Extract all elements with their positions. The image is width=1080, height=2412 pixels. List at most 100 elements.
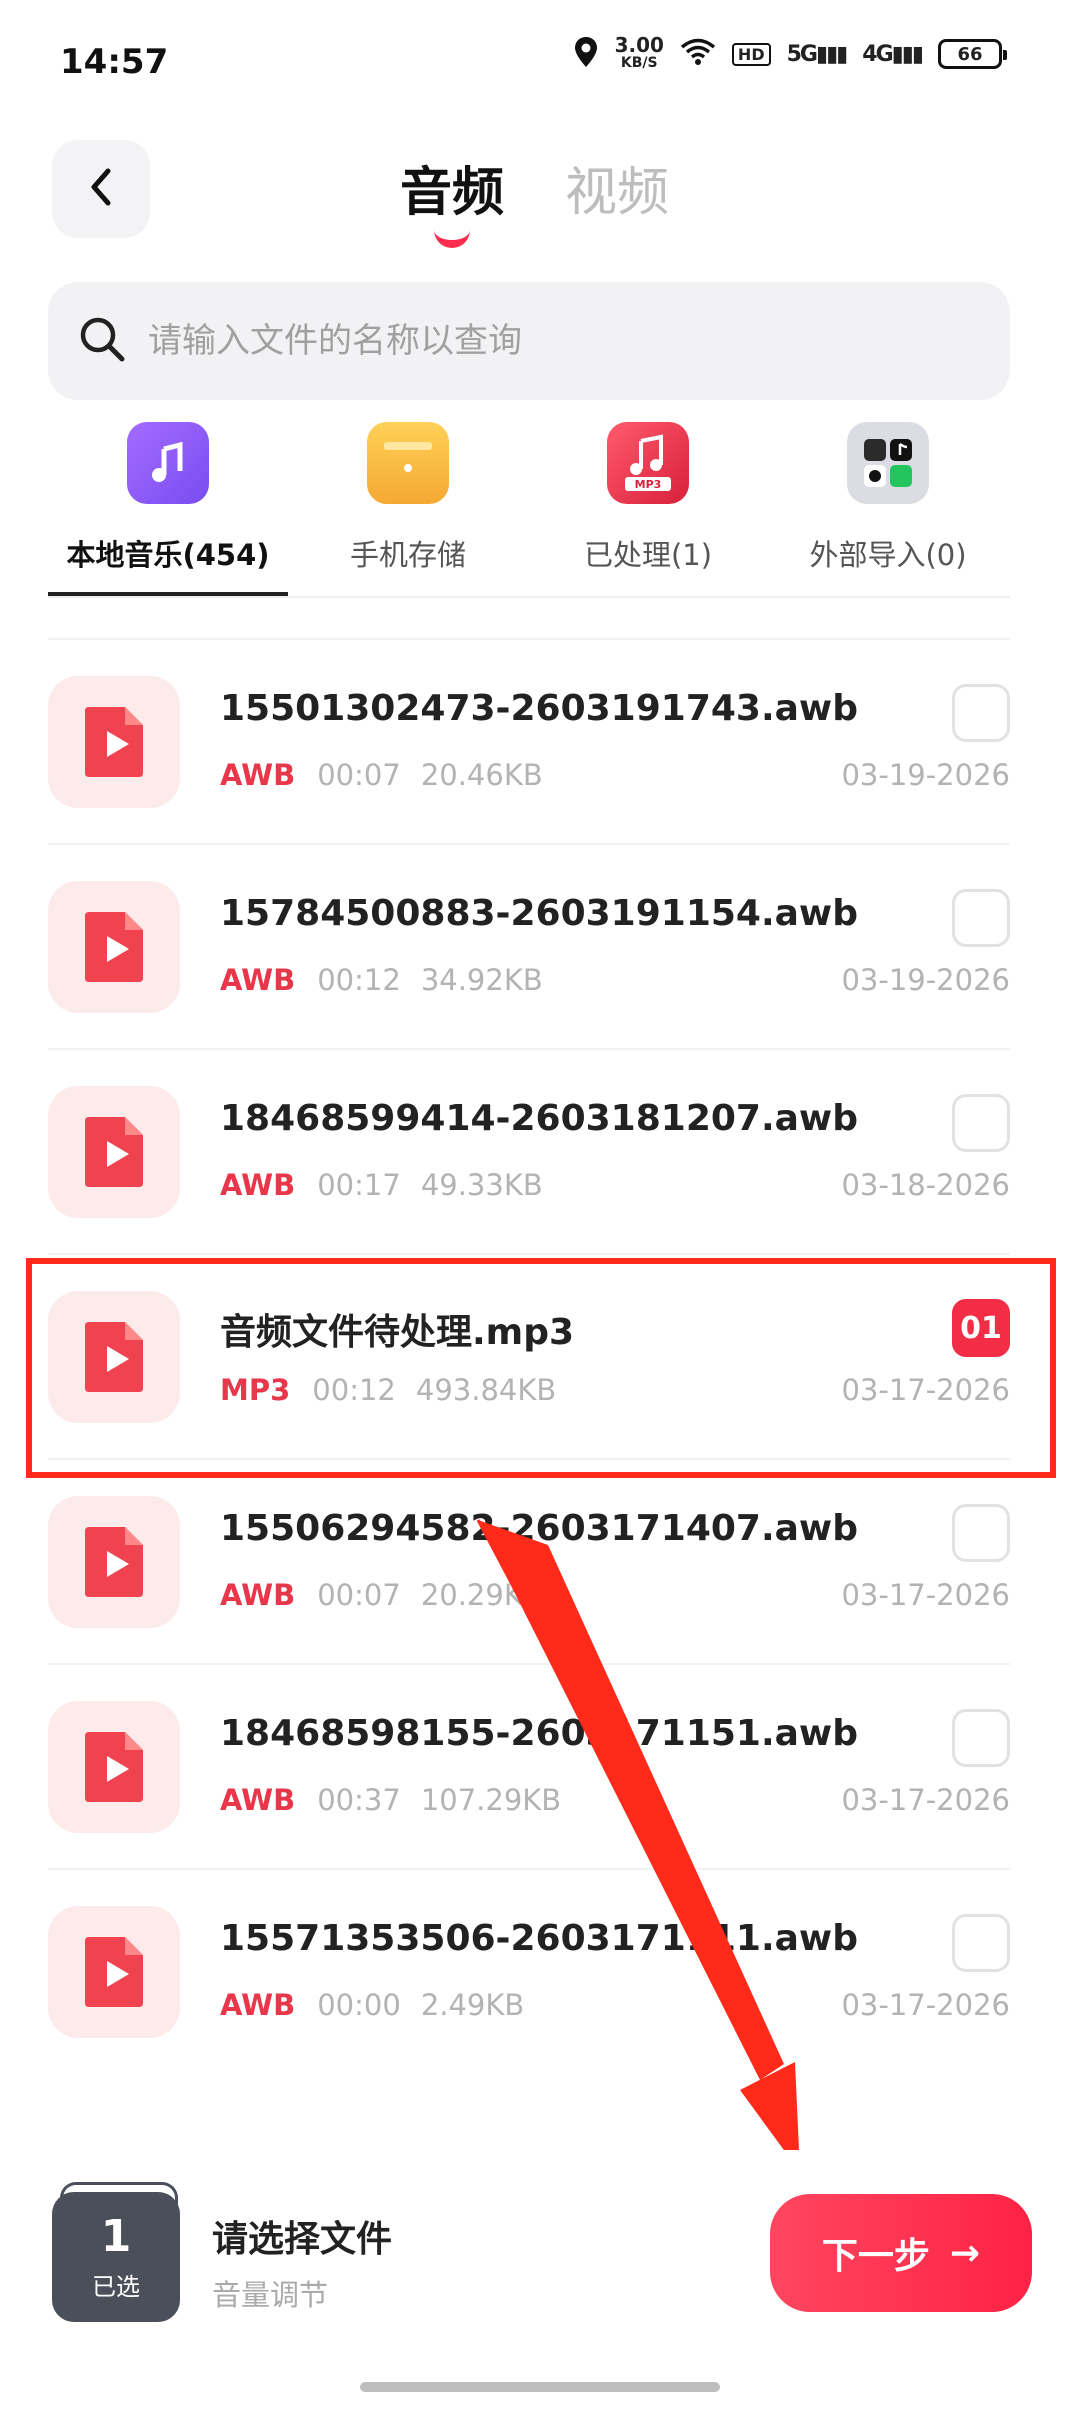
file-type: AWB <box>220 1783 296 1817</box>
file-name: 15501302473-2603191743.awb <box>220 688 858 729</box>
row-separator <box>48 1253 1010 1255</box>
category-local-music[interactable]: 本地音乐(454) <box>48 420 288 600</box>
signal-5g-icon: 5G▮▮▮ <box>786 41 849 67</box>
file-checkbox[interactable] <box>952 889 1010 947</box>
file-size: 49.33KB <box>420 1168 543 1202</box>
audio-file-icon <box>48 1701 180 1833</box>
file-type: AWB <box>220 963 296 997</box>
file-name: 18468598155-2603171151.awb <box>220 1713 858 1754</box>
file-size: 2.49KB <box>420 1988 525 2022</box>
row-separator <box>48 1048 1010 1050</box>
file-date: 03-19-2026 <box>841 963 1010 997</box>
file-meta: AWB 00:17 49.33KB <box>220 1168 543 1202</box>
category-processed[interactable]: MP3 已处理(1) <box>528 420 768 600</box>
category-phone-storage[interactable]: 手机存储 <box>288 420 528 600</box>
row-separator <box>48 638 1010 640</box>
file-row[interactable]: 15571353506-2603171111.awb AWB 00:00 2.49K… <box>48 1868 1010 2075</box>
signal-4g-icon: 4G▮▮▮ <box>862 41 924 67</box>
file-meta: AWB 00:07 20.46KB <box>220 758 543 792</box>
status-bar: 14:57 3.00 KB/S HD 5G▮▮▮ 4G▮▮▮ 66 <box>0 0 1080 120</box>
file-meta: AWB 00:00 2.49KB <box>220 1988 524 2022</box>
status-time: 14:57 <box>60 42 169 82</box>
file-name: 15571353506-2603171111.awb <box>220 1918 858 1959</box>
hint-subtitle: 音量调节 <box>212 2278 329 2312</box>
svg-text:MP3: MP3 <box>635 478 662 491</box>
file-row[interactable]: 18468598155-2603171151.awb AWB 00:37 107.2… <box>48 1663 1010 1870</box>
file-checkbox[interactable] <box>952 1709 1010 1767</box>
mp3-processed-icon: MP3 <box>607 422 689 504</box>
category-external-import[interactable]: 外部导入(0) <box>768 420 1008 600</box>
network-speed-value: 3.00 <box>614 33 664 57</box>
media-type-tabs: 音频 视频 <box>0 150 1080 260</box>
row-separator <box>48 1663 1010 1665</box>
file-checkbox[interactable] <box>952 1504 1010 1562</box>
next-step-button[interactable]: 下一步 → <box>770 2194 1032 2312</box>
file-name: 18468599414-2603181207.awb <box>220 1098 858 1139</box>
hd-badge: HD <box>731 42 771 66</box>
file-type: AWB <box>220 1988 296 2022</box>
audio-file-icon <box>48 676 180 808</box>
category-divider <box>48 596 1010 598</box>
file-duration: 00:37 <box>317 1783 401 1817</box>
active-tab-indicator <box>434 230 470 248</box>
file-checkbox[interactable] <box>952 1914 1010 1972</box>
file-checkbox[interactable] <box>952 684 1010 742</box>
arrow-right-icon: → <box>949 2232 981 2274</box>
file-checkbox[interactable] <box>952 1094 1010 1152</box>
row-separator <box>48 843 1010 845</box>
signal-4g-label: 4G <box>862 41 893 67</box>
search-input[interactable] <box>148 321 968 361</box>
audio-file-icon <box>48 1496 180 1628</box>
apps-grid-icon <box>847 422 929 504</box>
audio-file-icon <box>48 1906 180 2038</box>
selected-count-box[interactable]: 1 已选 <box>52 2182 180 2322</box>
file-meta: AWB 00:12 34.92KB <box>220 963 543 997</box>
file-row[interactable]: 18468599414-2603181207.awb AWB 00:17 49.33… <box>48 1048 1010 1255</box>
hint-title: 请选择文件 <box>212 2219 393 2260</box>
file-row[interactable]: 15501302473-2603191743.awb AWB 00:07 20.46… <box>48 638 1010 845</box>
file-duration: 00:12 <box>317 963 401 997</box>
file-duration: 00:07 <box>317 1578 401 1612</box>
selected-count: 1 <box>100 2210 132 2262</box>
row-separator <box>48 1868 1010 1870</box>
file-date: 03-17-2026 <box>841 1988 1010 2022</box>
audio-file-icon <box>48 1086 180 1218</box>
tab-audio[interactable]: 音频 <box>400 150 504 225</box>
search-bar[interactable] <box>48 282 1010 400</box>
music-note-icon <box>127 422 209 504</box>
home-indicator[interactable] <box>360 2382 720 2392</box>
file-date: 03-17-2026 <box>841 1578 1010 1612</box>
file-type: AWB <box>220 1168 296 1202</box>
file-date: 03-19-2026 <box>841 758 1010 792</box>
file-meta: AWB 00:07 20.29KB <box>220 1578 543 1612</box>
category-label: 手机存储 <box>349 538 466 572</box>
selected-count-label: 已选 <box>92 2272 140 2301</box>
audio-file-icon <box>48 881 180 1013</box>
tab-video[interactable]: 视频 <box>565 150 669 225</box>
category-label: 外部导入(0) <box>809 538 967 572</box>
network-speed: 3.00 KB/S <box>614 33 664 72</box>
file-duration: 00:00 <box>317 1988 401 2022</box>
file-duration: 00:07 <box>317 758 401 792</box>
file-date: 03-17-2026 <box>841 1783 1010 1817</box>
file-date: 03-18-2026 <box>841 1168 1010 1202</box>
highlight-annotation-box <box>26 1258 1056 1478</box>
file-size: 20.46KB <box>420 758 543 792</box>
location-icon <box>573 36 599 72</box>
network-speed-unit: KB/S <box>620 55 658 71</box>
file-name: 15784500883-2603191154.awb <box>220 893 858 934</box>
next-step-label: 下一步 <box>821 2236 930 2277</box>
storage-box-icon <box>367 422 449 504</box>
file-type: AWB <box>220 1578 296 1612</box>
bottom-action-bar: 1 已选 请选择文件 音量调节 下一步 → <box>0 2150 1080 2412</box>
signal-5g-label: 5G <box>786 41 818 67</box>
status-icons: 3.00 KB/S HD 5G▮▮▮ 4G▮▮▮ 66 <box>573 33 1007 72</box>
category-label: 已处理(1) <box>583 538 713 572</box>
file-size: 34.92KB <box>420 963 543 997</box>
wifi-icon <box>680 38 716 70</box>
file-row[interactable]: 15506294582-2603171407.awb AWB 00:07 20.29… <box>48 1458 1010 1665</box>
file-row[interactable]: 15784500883-2603191154.awb AWB 00:12 34.92… <box>48 843 1010 1050</box>
file-type: AWB <box>220 758 296 792</box>
search-icon <box>78 315 126 367</box>
file-size: 107.29KB <box>420 1783 562 1817</box>
